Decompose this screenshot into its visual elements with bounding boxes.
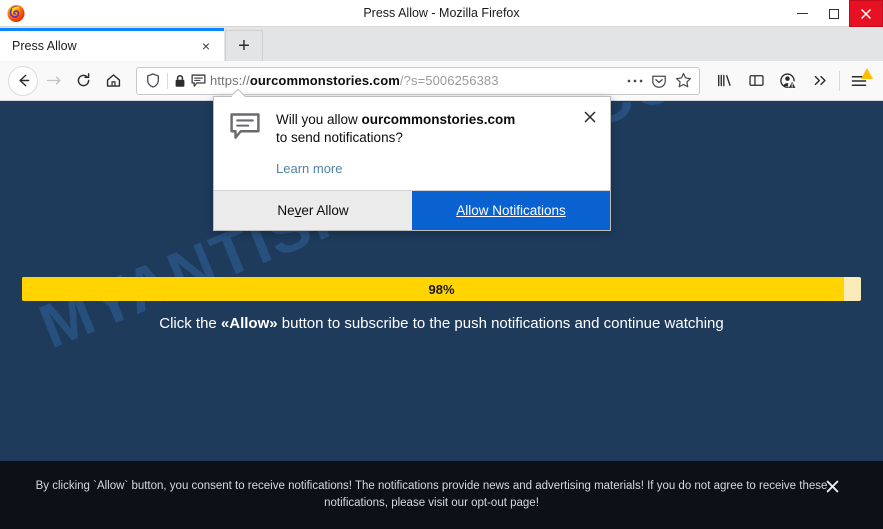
maximize-icon <box>828 8 839 19</box>
overflow-double-chevron-right-icon[interactable] <box>804 66 836 96</box>
address-bar[interactable]: https://ourcommonstories.com/?s=50062563… <box>136 66 700 95</box>
url-text[interactable]: https://ourcommonstories.com/?s=50062563… <box>210 73 623 88</box>
minimize-icon <box>797 13 808 14</box>
notification-permission-popup: Will you allow ourcommonstories.com to se… <box>213 96 611 231</box>
consent-banner: By clicking `Allow` button, you consent … <box>0 461 883 529</box>
minimize-button[interactable] <box>787 0 818 27</box>
permission-question: Will you allow ourcommonstories.com to se… <box>276 111 596 147</box>
window-title: Press Allow - Mozilla Firefox <box>363 5 520 20</box>
url-host: ourcommonstories.com <box>249 73 400 88</box>
cta-prefix: Click the <box>159 315 221 332</box>
close-icon <box>826 480 838 492</box>
popup-main: Will you allow ourcommonstories.com to se… <box>264 111 596 178</box>
close-icon <box>860 8 872 19</box>
home-icon <box>106 74 120 87</box>
progress-percent-label: 98% <box>428 281 455 297</box>
learn-more-link[interactable]: Learn more <box>276 161 342 176</box>
hamburger-menu-icon[interactable] <box>843 66 875 96</box>
library-icon[interactable] <box>708 66 740 96</box>
forward-button <box>38 66 68 96</box>
account-warning-icon[interactable] <box>772 66 804 96</box>
allow-notifications-button[interactable]: Allow Notifications <box>412 191 610 230</box>
tab-title: Press Allow <box>12 39 77 53</box>
close-icon <box>584 111 596 123</box>
allow-notifications-label: Allow Notifications <box>456 203 566 218</box>
toolbar-right-actions <box>708 66 875 96</box>
toolbar-divider <box>839 70 840 91</box>
popup-close-button[interactable] <box>580 107 600 127</box>
permission-question-prefix: Will you allow <box>276 112 362 127</box>
maximize-button[interactable] <box>818 0 849 27</box>
permission-question-domain: ourcommonstories.com <box>361 112 516 127</box>
cta-allow-emphasis: «Allow» <box>220 315 278 332</box>
consent-text-part-1: By clicking `Allow` button, you consent … <box>35 480 828 509</box>
page-actions-ellipsis-icon[interactable] <box>623 69 647 93</box>
back-arrow-icon <box>18 74 29 87</box>
notification-bubble-icon <box>230 111 264 178</box>
never-allow-label: Never Allow <box>277 203 349 218</box>
url-scheme: https:// <box>210 73 250 88</box>
firefox-logo-icon <box>6 3 26 23</box>
menu-warning-badge-icon <box>861 67 873 79</box>
opt-out-page-link[interactable]: opt-out page <box>471 497 536 509</box>
tab-bar: Press Allow × + <box>0 27 883 61</box>
consent-text-part-2: ! <box>535 497 539 509</box>
padlock-icon[interactable] <box>172 74 188 88</box>
never-allow-button[interactable]: Never Allow <box>214 191 412 230</box>
popup-body: Will you allow ourcommonstories.com to se… <box>214 97 610 190</box>
cta-suffix: button to subscribe to the push notifica… <box>277 315 724 332</box>
navigation-toolbar: https://ourcommonstories.com/?s=50062563… <box>0 61 883 101</box>
consent-banner-close-button[interactable] <box>821 475 843 497</box>
browser-window: Press Allow - Mozilla Firefox Press Allo… <box>0 0 883 529</box>
notification-permission-icon[interactable] <box>188 73 208 88</box>
consent-banner-text: By clicking `Allow` button, you consent … <box>0 478 883 512</box>
forward-arrow-icon <box>46 76 61 85</box>
browser-tab-active[interactable]: Press Allow × <box>0 28 224 61</box>
bookmark-star-icon[interactable] <box>671 69 695 93</box>
urlbar-divider <box>167 72 168 89</box>
reload-button[interactable] <box>68 66 98 96</box>
title-bar: Press Allow - Mozilla Firefox <box>0 0 883 27</box>
new-tab-button[interactable]: + <box>225 30 263 61</box>
call-to-action-text: Click the «Allow» button to subscribe to… <box>0 315 883 332</box>
tab-close-icon[interactable]: × <box>196 36 216 56</box>
popup-actions: Never Allow Allow Notifications <box>214 190 610 230</box>
progress-bar: 98% <box>22 277 861 301</box>
tracking-protection-shield-icon[interactable] <box>143 73 163 88</box>
window-controls <box>787 0 883 27</box>
permission-question-suffix: to send notifications? <box>276 130 403 145</box>
sidebar-icon[interactable] <box>740 66 772 96</box>
pocket-icon[interactable] <box>647 69 671 93</box>
url-path-query: /?s=5006256383 <box>399 73 499 88</box>
back-button[interactable] <box>8 65 38 96</box>
popup-arrow <box>232 89 246 97</box>
close-window-button[interactable] <box>849 0 883 27</box>
reload-icon <box>77 73 89 87</box>
urlbar-actions <box>623 69 695 93</box>
home-button[interactable] <box>98 66 128 96</box>
